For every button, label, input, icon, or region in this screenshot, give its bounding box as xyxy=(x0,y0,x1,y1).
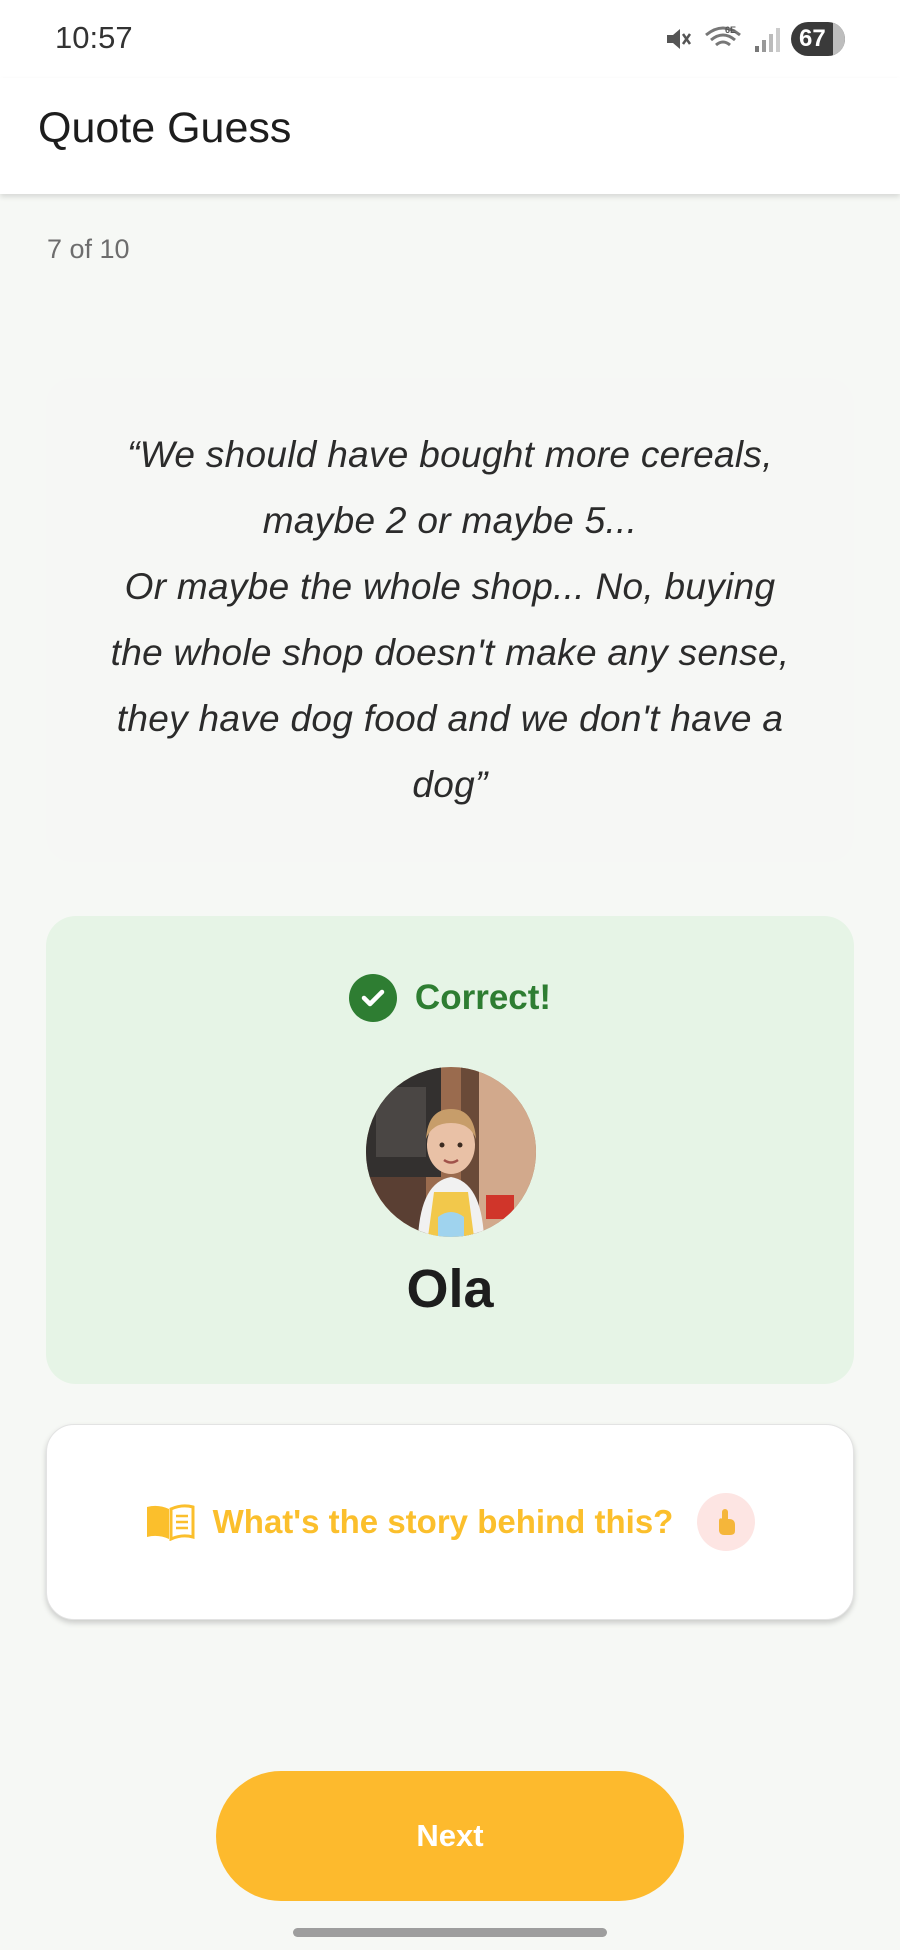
status-time: 10:57 xyxy=(55,20,133,55)
battery-icon: 67 xyxy=(791,22,845,56)
avatar xyxy=(366,1067,536,1237)
person-name: Ola xyxy=(406,1259,494,1319)
result-label: Correct! xyxy=(414,978,552,1017)
signal-icon xyxy=(753,24,781,54)
app-title: Quote Guess xyxy=(38,104,292,152)
book-icon xyxy=(145,1503,195,1541)
next-button[interactable]: Next xyxy=(216,1771,684,1901)
question-progress: 7 of 10 xyxy=(47,234,130,264)
story-label: What's the story behind this? xyxy=(212,1503,674,1540)
result-header: Correct! xyxy=(46,974,854,1022)
status-bar: 10:57 6E 67 xyxy=(0,0,900,78)
story-button[interactable]: What's the story behind this? xyxy=(46,1424,854,1620)
tap-hand-icon xyxy=(697,1493,756,1551)
result-card: Correct! Ola xyxy=(46,916,854,1384)
quote-card: “We should have bought more cereals, may… xyxy=(46,378,854,862)
svg-text:6E: 6E xyxy=(725,25,736,35)
quote-text: “We should have bought more cereals, may… xyxy=(110,434,790,805)
home-indicator[interactable] xyxy=(293,1928,607,1937)
check-circle-icon xyxy=(348,974,397,1022)
status-icons: 6E 67 xyxy=(663,22,845,56)
wifi-6e-icon: 6E xyxy=(703,23,743,55)
mute-icon xyxy=(663,24,693,54)
app-bar: Quote Guess xyxy=(0,78,900,194)
